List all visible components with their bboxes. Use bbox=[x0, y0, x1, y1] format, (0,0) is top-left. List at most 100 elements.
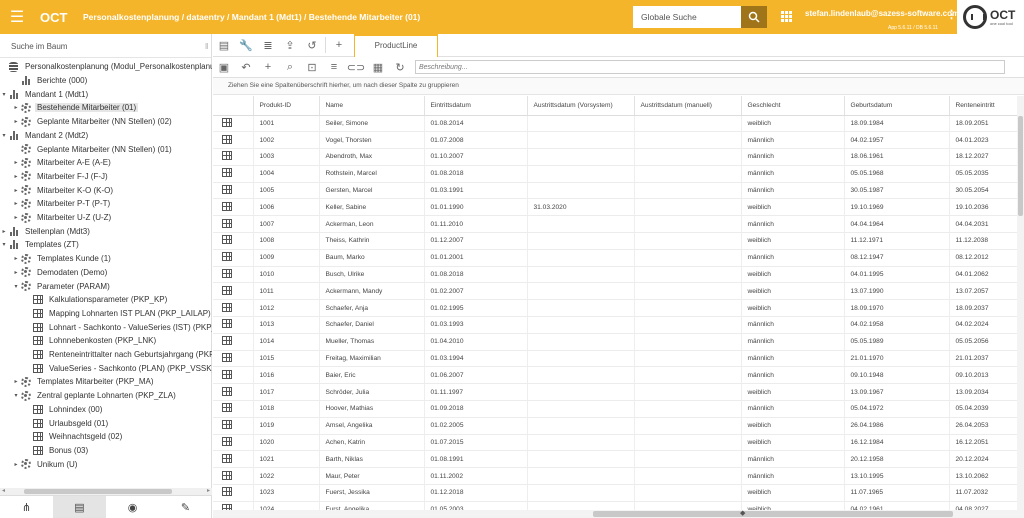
table-cell[interactable]: 13.10.1995 bbox=[844, 467, 950, 486]
table-cell[interactable]: männlich bbox=[741, 215, 845, 234]
tree-node[interactable]: Bonus (03) bbox=[24, 444, 90, 458]
table-row[interactable]: 1019 Amsel, Angelika 01.02.2005 weiblich 26.… bbox=[213, 417, 1018, 435]
table-cell[interactable]: Busch, Ulrike bbox=[319, 266, 425, 284]
table-row[interactable]: 1012 Schaefer, Anja 01.02.1995 weiblich 18.0… bbox=[213, 299, 1018, 318]
table-cell[interactable]: weiblich bbox=[741, 484, 845, 502]
table-cell[interactable]: 18.09.1970 bbox=[844, 299, 950, 318]
table-cell[interactable]: 1015 bbox=[253, 350, 320, 368]
table-row[interactable]: 1003 Abendroth, Max 01.10.2007 männlich 18.0… bbox=[213, 148, 1018, 166]
table-cell[interactable] bbox=[634, 131, 742, 150]
tree-search-input[interactable]: Suche im Baum ‖ bbox=[0, 34, 211, 58]
row-detail-cell[interactable] bbox=[213, 484, 254, 502]
table-cell[interactable]: männlich bbox=[741, 316, 845, 334]
table-cell[interactable] bbox=[634, 165, 742, 183]
table-cell[interactable] bbox=[527, 333, 635, 351]
table-row[interactable]: 1001 Seiler, Simone 01.08.2014 weiblich 18.0… bbox=[213, 115, 1018, 133]
table-cell[interactable] bbox=[634, 148, 742, 166]
table-cell[interactable]: 1007 bbox=[253, 215, 320, 234]
table-cell[interactable] bbox=[527, 417, 635, 435]
table-row[interactable]: 1008 Theiss, Kathrin 01.12.2007 weiblich 11.… bbox=[213, 232, 1018, 250]
row-detail-cell[interactable] bbox=[213, 282, 254, 301]
tree-node[interactable]: ▸ Geplante Mitarbeiter (NN Stellen) (02) bbox=[12, 115, 174, 129]
table-cell[interactable] bbox=[634, 434, 742, 452]
table-cell[interactable]: Schaefer, Anja bbox=[319, 299, 425, 318]
zoom-search-icon[interactable]: ⊡ bbox=[301, 56, 323, 78]
table-cell[interactable]: 09.10.1948 bbox=[844, 366, 950, 385]
table-cell[interactable]: 04.01.2062 bbox=[949, 266, 1018, 284]
chevron-right-icon[interactable]: ▸ bbox=[12, 200, 20, 207]
table-cell[interactable] bbox=[634, 115, 742, 133]
column-header[interactable]: Produkt-ID bbox=[253, 96, 320, 116]
table-cell[interactable]: weiblich bbox=[741, 282, 845, 301]
table-cell[interactable]: 1023 bbox=[253, 484, 320, 502]
table-row[interactable]: 1020 Achen, Katrin 01.07.2015 weiblich 16.12… bbox=[213, 434, 1018, 452]
table-cell[interactable]: 1017 bbox=[253, 383, 320, 402]
table-cell[interactable] bbox=[527, 366, 635, 385]
chevron-right-icon[interactable]: ▸ bbox=[12, 173, 20, 180]
tree-node[interactable]: Geplante Mitarbeiter (NN Stellen) (01) bbox=[12, 142, 174, 156]
table-cell[interactable]: 11.07.2032 bbox=[949, 484, 1018, 502]
tree-node[interactable]: ▸ Mitarbeiter P-T (P-T) bbox=[12, 197, 112, 211]
table-cell[interactable]: weiblich bbox=[741, 198, 845, 217]
chevron-right-icon[interactable]: ▸ bbox=[12, 255, 20, 262]
row-detail-icon[interactable] bbox=[222, 453, 232, 463]
table-cell[interactable]: 16.12.1984 bbox=[844, 434, 950, 452]
table-cell[interactable]: 01.12.2007 bbox=[424, 232, 528, 250]
row-detail-cell[interactable] bbox=[213, 182, 254, 200]
row-detail-icon[interactable] bbox=[222, 420, 232, 430]
table-cell[interactable]: männlich bbox=[741, 131, 845, 150]
table-cell[interactable]: 01.09.2018 bbox=[424, 400, 528, 418]
table-cell[interactable]: 01.01.2001 bbox=[424, 249, 528, 267]
table-cell[interactable]: 11.12.1971 bbox=[844, 232, 950, 250]
table-row[interactable]: 1010 Busch, Ulrike 01.08.2018 weiblich 04.01… bbox=[213, 266, 1018, 284]
table-cell[interactable] bbox=[634, 366, 742, 385]
row-detail-cell[interactable] bbox=[213, 383, 254, 402]
table-cell[interactable]: 26.04.2053 bbox=[949, 417, 1018, 435]
table-cell[interactable] bbox=[634, 333, 742, 351]
table-cell[interactable]: 01.08.1991 bbox=[424, 450, 528, 469]
row-detail-cell[interactable] bbox=[213, 316, 254, 334]
table-cell[interactable]: Achen, Katrin bbox=[319, 434, 425, 452]
tree-node[interactable]: ▸ Mitarbeiter K-O (K-O) bbox=[12, 183, 115, 197]
table-cell[interactable] bbox=[634, 400, 742, 418]
table-cell[interactable]: 18.09.1984 bbox=[844, 115, 950, 133]
table-row[interactable]: 1014 Mueller, Thomas 01.04.2010 männlich 05.… bbox=[213, 333, 1018, 351]
tree-node[interactable]: Lohnindex (00) bbox=[24, 403, 104, 417]
table-row[interactable]: 1016 Baier, Eric 01.06.2007 männlich 09.10.1… bbox=[213, 366, 1018, 385]
tree-node[interactable]: Renteneintrittalter nach Geburtsjahrgang… bbox=[24, 348, 212, 362]
table-cell[interactable]: Baier, Eric bbox=[319, 366, 425, 385]
tree-node[interactable]: ▾ Mandant 2 (Mdt2) bbox=[0, 129, 90, 143]
filter-icon[interactable]: ≡ bbox=[323, 56, 345, 78]
table-cell[interactable] bbox=[527, 182, 635, 200]
row-detail-cell[interactable] bbox=[213, 215, 254, 234]
table-cell[interactable]: 01.10.2007 bbox=[424, 148, 528, 166]
table-row[interactable]: 1017 Schröder, Julia 01.11.1997 weiblich 13.… bbox=[213, 383, 1018, 402]
tree-node[interactable]: Berichte (000) bbox=[12, 74, 89, 88]
table-row[interactable]: 1005 Gersten, Marcel 01.03.1991 männlich 30.… bbox=[213, 182, 1018, 200]
table-cell[interactable]: 01.02.2007 bbox=[424, 282, 528, 301]
table-cell[interactable]: 18.09.2051 bbox=[949, 115, 1018, 133]
table-cell[interactable]: 1005 bbox=[253, 182, 320, 200]
table-cell[interactable] bbox=[527, 115, 635, 133]
table-row[interactable]: 1009 Baum, Marko 01.01.2001 männlich 08.12.1… bbox=[213, 249, 1018, 267]
table-cell[interactable]: 04.08.2027 bbox=[949, 501, 1018, 510]
table-cell[interactable]: 01.03.1991 bbox=[424, 182, 528, 200]
search-button[interactable] bbox=[741, 6, 767, 28]
row-detail-icon[interactable] bbox=[222, 252, 232, 262]
table-cell[interactable]: Amsel, Angelika bbox=[319, 417, 425, 435]
tree-node[interactable]: ▸ Unikum (U) bbox=[12, 457, 79, 471]
row-detail-icon[interactable] bbox=[222, 218, 232, 228]
table-cell[interactable]: Baum, Marko bbox=[319, 249, 425, 267]
row-detail-cell[interactable] bbox=[213, 198, 254, 217]
tree-node[interactable]: Urlaubsgeld (01) bbox=[24, 416, 110, 430]
save-icon[interactable]: ▣ bbox=[213, 56, 235, 78]
column-header[interactable] bbox=[213, 96, 254, 116]
grid-vertical-scrollbar[interactable] bbox=[1017, 96, 1024, 510]
table-cell[interactable] bbox=[527, 434, 635, 452]
table-cell[interactable] bbox=[527, 299, 635, 318]
table-cell[interactable] bbox=[634, 450, 742, 469]
table-cell[interactable]: 1013 bbox=[253, 316, 320, 334]
row-detail-icon[interactable] bbox=[222, 134, 232, 144]
row-detail-cell[interactable] bbox=[213, 417, 254, 435]
add-row-icon[interactable]: + bbox=[257, 56, 279, 78]
